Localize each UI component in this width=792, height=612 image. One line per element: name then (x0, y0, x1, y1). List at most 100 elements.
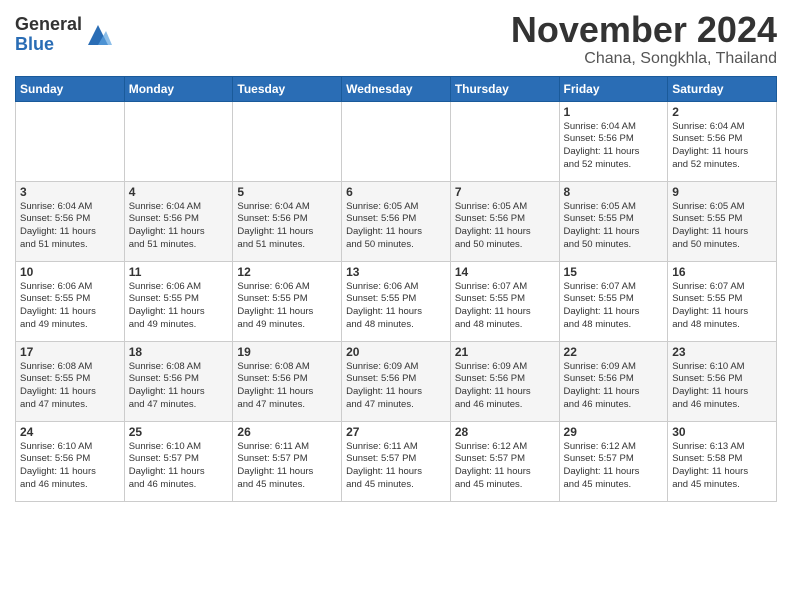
day-number: 30 (672, 425, 772, 439)
day-number: 22 (564, 345, 664, 359)
day-number: 23 (672, 345, 772, 359)
calendar-header-friday: Friday (559, 76, 668, 101)
day-info: Sunrise: 6:13 AM Sunset: 5:58 PM Dayligh… (672, 441, 772, 492)
day-info: Sunrise: 6:10 AM Sunset: 5:56 PM Dayligh… (672, 361, 772, 412)
calendar-cell: 6Sunrise: 6:05 AM Sunset: 5:56 PM Daylig… (342, 181, 451, 261)
calendar-cell: 8Sunrise: 6:05 AM Sunset: 5:55 PM Daylig… (559, 181, 668, 261)
calendar-cell (450, 101, 559, 181)
calendar-header-sunday: Sunday (16, 76, 125, 101)
day-info: Sunrise: 6:06 AM Sunset: 5:55 PM Dayligh… (129, 281, 229, 332)
day-info: Sunrise: 6:04 AM Sunset: 5:56 PM Dayligh… (20, 201, 120, 252)
day-info: Sunrise: 6:08 AM Sunset: 5:56 PM Dayligh… (129, 361, 229, 412)
calendar-cell: 15 Sunrise: 6:07 AM Sunset: 5:55 PM Dayli… (559, 261, 668, 341)
day-number: 18 (129, 345, 229, 359)
calendar-cell: 28 Sunrise: 6:12 AM Sunset: 5:57 PM Dayli… (450, 421, 559, 501)
day-info: Sunrise: 6:12 AM Sunset: 5:57 PM Dayligh… (564, 441, 664, 492)
calendar-cell: 5 Sunrise: 6:04 AM Sunset: 5:56 PM Daylig… (233, 181, 342, 261)
calendar-cell: 9 Sunrise: 6:05 AM Sunset: 5:55 PM Daylig… (668, 181, 777, 261)
title-block: November 2024 Chana, Songkhla, Thailand (511, 10, 777, 68)
calendar-cell (16, 101, 125, 181)
day-info: Sunrise: 6:09 AM Sunset: 5:56 PM Dayligh… (564, 361, 664, 412)
day-number: 28 (455, 425, 555, 439)
header: General Blue November 2024 Chana, Songkh… (15, 10, 777, 68)
calendar-cell: 30 Sunrise: 6:13 AM Sunset: 5:58 PM Dayli… (668, 421, 777, 501)
calendar-cell: 13Sunrise: 6:06 AM Sunset: 5:55 PM Dayli… (342, 261, 451, 341)
calendar-cell: 14 Sunrise: 6:07 AM Sunset: 5:55 PM Dayli… (450, 261, 559, 341)
calendar-cell: 1Sunrise: 6:04 AM Sunset: 5:56 PM Daylig… (559, 101, 668, 181)
calendar-cell: 4 Sunrise: 6:04 AM Sunset: 5:56 PM Daylig… (124, 181, 233, 261)
calendar-cell (124, 101, 233, 181)
day-info: Sunrise: 6:05 AM Sunset: 5:56 PM Dayligh… (455, 201, 555, 252)
calendar-cell: 20 Sunrise: 6:09 AM Sunset: 5:56 PM Dayli… (342, 341, 451, 421)
calendar-cell: 23 Sunrise: 6:10 AM Sunset: 5:56 PM Dayli… (668, 341, 777, 421)
day-number: 6 (346, 185, 446, 199)
day-info: Sunrise: 6:06 AM Sunset: 5:55 PM Dayligh… (346, 281, 446, 332)
day-number: 19 (237, 345, 337, 359)
day-info: Sunrise: 6:08 AM Sunset: 5:55 PM Dayligh… (20, 361, 120, 412)
day-number: 27 (346, 425, 446, 439)
calendar-cell: 11 Sunrise: 6:06 AM Sunset: 5:55 PM Dayli… (124, 261, 233, 341)
day-info: Sunrise: 6:12 AM Sunset: 5:57 PM Dayligh… (455, 441, 555, 492)
page-subtitle: Chana, Songkhla, Thailand (511, 50, 777, 68)
logo-text: General Blue (15, 15, 82, 55)
day-number: 14 (455, 265, 555, 279)
day-info: Sunrise: 6:06 AM Sunset: 5:55 PM Dayligh… (237, 281, 337, 332)
day-number: 17 (20, 345, 120, 359)
calendar-cell: 10 Sunrise: 6:06 AM Sunset: 5:55 PM Dayli… (16, 261, 125, 341)
day-info: Sunrise: 6:04 AM Sunset: 5:56 PM Dayligh… (564, 121, 664, 172)
day-number: 20 (346, 345, 446, 359)
page-title: November 2024 (511, 10, 777, 50)
day-number: 3 (20, 185, 120, 199)
calendar-week-0: 1Sunrise: 6:04 AM Sunset: 5:56 PM Daylig… (16, 101, 777, 181)
calendar-cell: 3 Sunrise: 6:04 AM Sunset: 5:56 PM Daylig… (16, 181, 125, 261)
day-number: 4 (129, 185, 229, 199)
calendar-cell: 21 Sunrise: 6:09 AM Sunset: 5:56 PM Dayli… (450, 341, 559, 421)
day-info: Sunrise: 6:10 AM Sunset: 5:56 PM Dayligh… (20, 441, 120, 492)
calendar-cell: 12 Sunrise: 6:06 AM Sunset: 5:55 PM Dayli… (233, 261, 342, 341)
calendar-cell (233, 101, 342, 181)
day-info: Sunrise: 6:09 AM Sunset: 5:56 PM Dayligh… (455, 361, 555, 412)
calendar-cell: 7Sunrise: 6:05 AM Sunset: 5:56 PM Daylig… (450, 181, 559, 261)
day-info: Sunrise: 6:07 AM Sunset: 5:55 PM Dayligh… (564, 281, 664, 332)
calendar-week-4: 24 Sunrise: 6:10 AM Sunset: 5:56 PM Dayli… (16, 421, 777, 501)
day-info: Sunrise: 6:04 AM Sunset: 5:56 PM Dayligh… (237, 201, 337, 252)
day-info: Sunrise: 6:04 AM Sunset: 5:56 PM Dayligh… (129, 201, 229, 252)
day-info: Sunrise: 6:09 AM Sunset: 5:56 PM Dayligh… (346, 361, 446, 412)
page: General Blue November 2024 Chana, Songkh… (0, 0, 792, 512)
day-number: 24 (20, 425, 120, 439)
calendar-week-3: 17 Sunrise: 6:08 AM Sunset: 5:55 PM Dayli… (16, 341, 777, 421)
calendar-table: SundayMondayTuesdayWednesdayThursdayFrid… (15, 76, 777, 502)
day-number: 15 (564, 265, 664, 279)
day-number: 8 (564, 185, 664, 199)
day-number: 10 (20, 265, 120, 279)
calendar-header-saturday: Saturday (668, 76, 777, 101)
day-number: 26 (237, 425, 337, 439)
day-info: Sunrise: 6:05 AM Sunset: 5:55 PM Dayligh… (672, 201, 772, 252)
calendar-header-monday: Monday (124, 76, 233, 101)
logo-icon (84, 21, 112, 49)
day-number: 12 (237, 265, 337, 279)
day-info: Sunrise: 6:11 AM Sunset: 5:57 PM Dayligh… (346, 441, 446, 492)
calendar-header-tuesday: Tuesday (233, 76, 342, 101)
logo: General Blue (15, 15, 112, 55)
calendar-cell: 22 Sunrise: 6:09 AM Sunset: 5:56 PM Dayli… (559, 341, 668, 421)
day-number: 25 (129, 425, 229, 439)
calendar-cell: 2Sunrise: 6:04 AM Sunset: 5:56 PM Daylig… (668, 101, 777, 181)
day-number: 29 (564, 425, 664, 439)
calendar-cell: 19Sunrise: 6:08 AM Sunset: 5:56 PM Dayli… (233, 341, 342, 421)
day-number: 5 (237, 185, 337, 199)
calendar-week-1: 3 Sunrise: 6:04 AM Sunset: 5:56 PM Daylig… (16, 181, 777, 261)
day-number: 21 (455, 345, 555, 359)
calendar-cell: 24 Sunrise: 6:10 AM Sunset: 5:56 PM Dayli… (16, 421, 125, 501)
day-info: Sunrise: 6:07 AM Sunset: 5:55 PM Dayligh… (455, 281, 555, 332)
day-number: 16 (672, 265, 772, 279)
day-number: 11 (129, 265, 229, 279)
calendar-cell: 18 Sunrise: 6:08 AM Sunset: 5:56 PM Dayli… (124, 341, 233, 421)
calendar-header-thursday: Thursday (450, 76, 559, 101)
day-number: 9 (672, 185, 772, 199)
calendar-cell: 25Sunrise: 6:10 AM Sunset: 5:57 PM Dayli… (124, 421, 233, 501)
day-info: Sunrise: 6:04 AM Sunset: 5:56 PM Dayligh… (672, 121, 772, 172)
calendar-header-wednesday: Wednesday (342, 76, 451, 101)
calendar-cell: 29 Sunrise: 6:12 AM Sunset: 5:57 PM Dayli… (559, 421, 668, 501)
day-info: Sunrise: 6:06 AM Sunset: 5:55 PM Dayligh… (20, 281, 120, 332)
